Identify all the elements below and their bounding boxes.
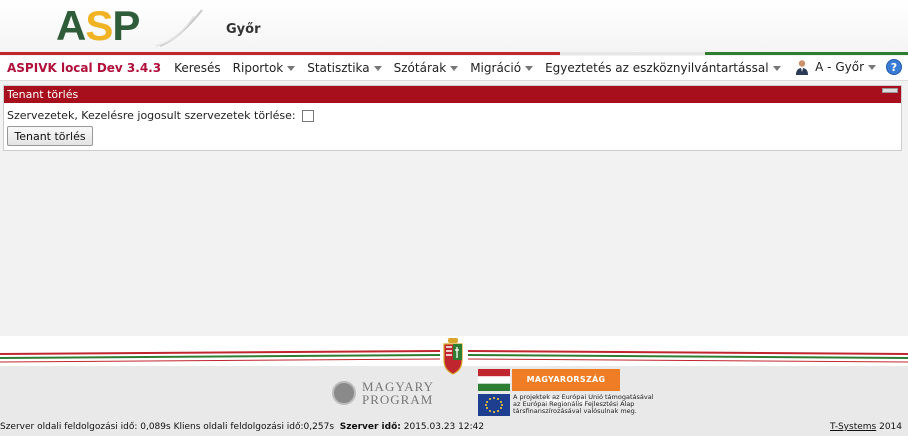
- main-nav: ASPIVK local Dev 3.4.3 Keresés Riportok …: [0, 56, 908, 81]
- header-stripe-red: [0, 52, 560, 55]
- eu-text-line3: társfinanszírozásával valósulnak meg.: [513, 407, 637, 415]
- chevron-down-icon: [287, 65, 296, 71]
- user-name: A - Győr: [815, 60, 864, 74]
- logo-letter-s: S: [85, 2, 113, 49]
- minimize-icon[interactable]: [882, 88, 898, 93]
- copyright-year: 2014: [879, 422, 902, 432]
- eu-funding-text: A projektek az Európai Unió támogatásáva…: [513, 394, 663, 415]
- logo-letter-a: A: [56, 2, 86, 49]
- nav-item-szotarak[interactable]: Szótárak: [388, 61, 465, 75]
- panel-title: Tenant törlés: [7, 88, 79, 101]
- user-menu[interactable]: A - Győr: [794, 59, 876, 75]
- header-stripe-green: [705, 52, 908, 55]
- chevron-down-icon: [525, 65, 534, 71]
- client-processing-time: Kliens oldali feldolgozási idő:0,257s: [173, 422, 335, 432]
- magyarorszag-megujul-banner[interactable]: MAGYARORSZÁG MEGÚJUL: [512, 369, 620, 406]
- server-processing-time: Szerver oldali feldolgozási idő: 0,089s: [0, 422, 171, 432]
- asp-logo[interactable]: ASP: [56, 2, 140, 49]
- logo-letter-p: P: [112, 2, 140, 49]
- nav-item-label: Statisztika: [307, 61, 370, 75]
- help-icon[interactable]: ?: [886, 59, 902, 75]
- magyary-text: MAGYARY PROGRAM: [362, 380, 434, 406]
- nav-item-label: Riportok: [232, 61, 284, 75]
- magyary-line2: PROGRAM: [362, 392, 434, 407]
- header: ASP Győr: [0, 0, 908, 54]
- tenant-delete-panel: Tenant törlés Szervezetek, Kezelésre jog…: [3, 85, 902, 151]
- nav-item-label: Egyeztetés az eszköznyilvántartással: [545, 61, 769, 75]
- tenant-delete-button[interactable]: Tenant törlés: [7, 126, 93, 146]
- hungarian-flag-icon: [478, 369, 510, 391]
- eu-flag-icon: [478, 394, 510, 416]
- chevron-down-icon: [373, 65, 382, 71]
- logo-swoosh-icon: [155, 9, 203, 47]
- delete-organizations-checkbox[interactable]: [301, 109, 314, 122]
- nav-item-label: Migráció: [470, 61, 522, 75]
- header-stripe-white: [560, 52, 705, 55]
- user-icon: [796, 60, 809, 75]
- copyright: T-Systems 2014: [830, 422, 902, 432]
- nav-item-egyeztetes[interactable]: Egyeztetés az eszköznyilvántartással: [539, 61, 786, 75]
- chevron-down-icon: [450, 65, 459, 71]
- app-brand[interactable]: ASPIVK local Dev 3.4.3: [0, 61, 168, 75]
- chevron-down-icon: [868, 64, 876, 70]
- panel-title-bar: Tenant törlés: [4, 86, 901, 103]
- nav-item-migracio[interactable]: Migráció: [464, 61, 539, 75]
- nav-item-riportok[interactable]: Riportok: [227, 61, 302, 75]
- server-time-label: Szerver idő:: [339, 422, 401, 432]
- magyary-program-logo[interactable]: MAGYARY PROGRAM: [332, 380, 434, 406]
- nav-item-label: Szótárak: [393, 61, 447, 75]
- city-name: Győr: [226, 22, 261, 37]
- status-bar: Szerver oldali feldolgozási idő: 0,089s …: [0, 422, 484, 432]
- checkbox-row: Szervezetek, Kezelésre jogosult szerveze…: [4, 103, 901, 122]
- hungarian-crest-icon: [443, 338, 463, 375]
- chevron-down-icon: [772, 65, 781, 71]
- nav-item-label: Keresés: [174, 61, 221, 75]
- server-time-value: 2015.03.23 12:42: [403, 422, 485, 432]
- nav-item-statisztika[interactable]: Statisztika: [301, 61, 387, 75]
- nav-item-kereses[interactable]: Keresés: [168, 61, 227, 75]
- magyary-emblem-icon: [332, 381, 356, 405]
- nav-right: A - Győr ?: [794, 59, 902, 75]
- checkbox-label: Szervezetek, Kezelésre jogosult szerveze…: [7, 109, 296, 122]
- t-systems-link[interactable]: T-Systems: [830, 422, 876, 432]
